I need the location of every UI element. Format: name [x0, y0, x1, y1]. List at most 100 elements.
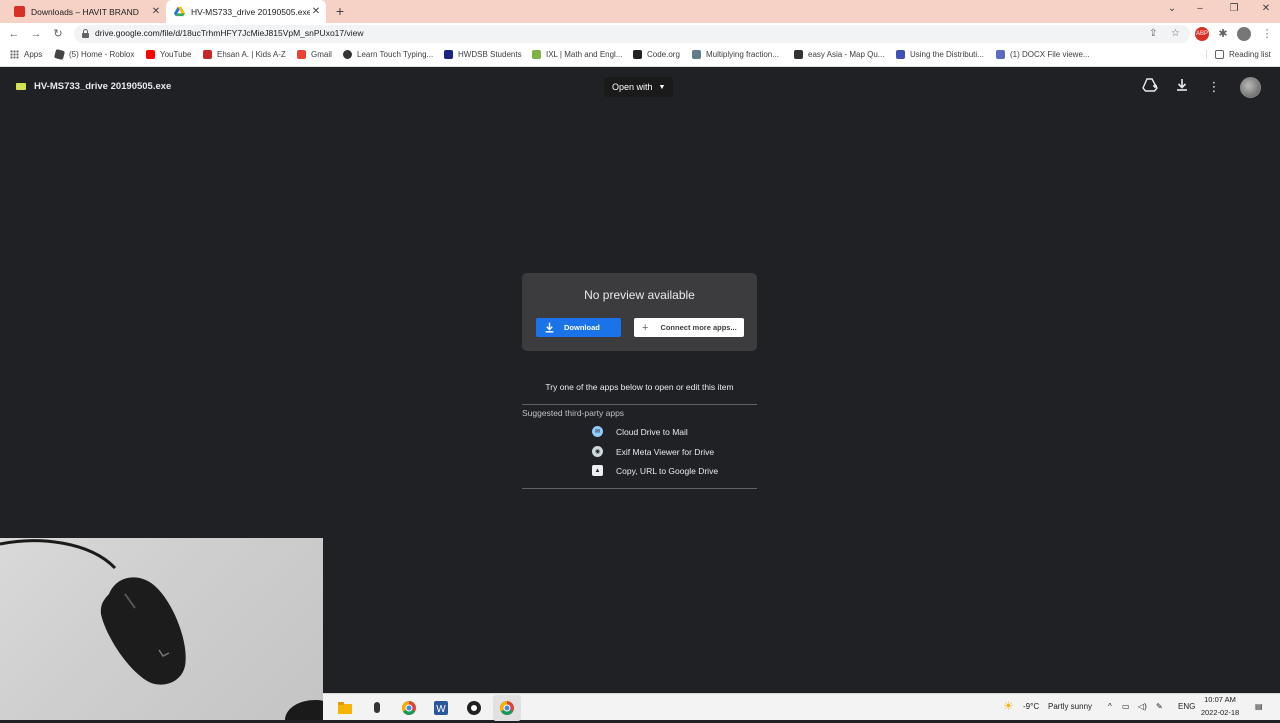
bookmark-map-quiz[interactable]: easy Asia - Map Qu... — [794, 50, 884, 59]
suggested-app-item[interactable]: ✉ Cloud Drive to Mail — [592, 426, 688, 437]
close-window-icon[interactable]: ✕ — [1256, 3, 1276, 14]
app-name: Cloud Drive to Mail — [616, 426, 688, 437]
back-icon[interactable]: ← — [7, 27, 21, 41]
weather-description[interactable]: Partly sunny — [1048, 702, 1092, 711]
tab-drive-file[interactable]: HV-MS733_drive 20190505.exe ✕ — [166, 0, 326, 23]
reload-icon[interactable]: ↻ — [51, 27, 65, 41]
obs-icon[interactable] — [464, 698, 484, 718]
network-icon[interactable]: ▭ — [1122, 702, 1130, 711]
map-quiz-icon — [794, 50, 803, 59]
address-bar[interactable]: drive.google.com/file/d/18ucTrhmHFY7JcMi… — [74, 25, 1190, 43]
extensions-puzzle-icon[interactable]: ✱ — [1216, 27, 1230, 41]
distributive-icon — [896, 50, 905, 59]
reading-list[interactable]: Reading list — [1206, 50, 1271, 59]
bookmark-label: YouTube — [160, 50, 192, 59]
minimize-icon[interactable]: – — [1190, 3, 1210, 14]
chrome-icon[interactable] — [399, 698, 419, 718]
close-icon[interactable]: ✕ — [310, 6, 322, 17]
bookmark-label: easy Asia - Map Qu... — [808, 50, 885, 59]
bookmark-label: Learn Touch Typing... — [357, 50, 434, 59]
notifications-icon[interactable]: ▤ — [1255, 702, 1263, 711]
chrome-icon[interactable] — [497, 698, 517, 718]
lock-icon[interactable] — [82, 29, 89, 38]
suggested-app-item[interactable]: ▲ Copy, URL to Google Drive — [592, 465, 718, 476]
drive-viewer-header: HV-MS733_drive 20190505.exe Open with ▼ … — [0, 68, 1280, 106]
restore-icon[interactable]: ❐ — [1224, 3, 1244, 14]
bookmark-distributive[interactable]: Using the Distributi... — [896, 50, 984, 59]
browser-toolbar: ← → ↻ drive.google.com/file/d/18ucTrhmHF… — [0, 23, 1280, 45]
caret-down-icon: ▼ — [658, 83, 666, 91]
code-org-icon — [633, 50, 642, 59]
bookmark-label: HWDSB Students — [458, 50, 522, 59]
bookmark-roblox[interactable]: (5) Home - Roblox — [53, 48, 135, 61]
bookmark-docx-viewer[interactable]: (1) DOCX File viewe... — [996, 50, 1090, 59]
no-preview-message: No preview available — [584, 288, 695, 302]
avatar[interactable] — [1240, 77, 1261, 98]
tab-downloads[interactable]: Downloads – HAVIT BRAND ✕ — [6, 0, 166, 23]
connect-more-apps-button[interactable]: + Connect more apps... — [634, 318, 744, 337]
url-text[interactable]: drive.google.com/file/d/18ucTrhmHFY7JcMi… — [95, 28, 364, 38]
fraction-icon — [692, 50, 701, 59]
open-with-button[interactable]: Open with ▼ — [604, 77, 674, 97]
add-to-drive-icon[interactable] — [1141, 78, 1159, 96]
tab-search-icon[interactable]: ⌄ — [1162, 3, 1182, 14]
bookmark-label: IXL | Math and Engl... — [546, 50, 623, 59]
bookmark-hwdsb[interactable]: HWDSB Students — [444, 50, 522, 59]
suggested-apps-heading: Suggested third-party apps — [522, 408, 625, 418]
cloud-mail-icon: ✉ — [592, 426, 603, 437]
bookmark-ixl[interactable]: IXL | Math and Engl... — [532, 50, 623, 59]
kids-az-icon — [203, 50, 212, 59]
bookmark-gmail[interactable]: Gmail — [297, 50, 332, 59]
clock-date[interactable]: 2022-02-18 — [1200, 708, 1240, 717]
exe-file-icon — [16, 83, 26, 90]
share-icon[interactable]: ⇪ — [1149, 28, 1157, 39]
bookmark-apps[interactable]: Apps — [10, 50, 42, 59]
tab-title: Downloads – HAVIT BRAND — [31, 6, 139, 17]
teams-icon — [996, 50, 1005, 59]
language-indicator[interactable]: ENG — [1178, 702, 1195, 711]
download-label: Download — [564, 323, 600, 332]
bookmark-label: Ehsan A. | Kids A-Z — [217, 50, 286, 59]
file-name: HV-MS733_drive 20190505.exe — [34, 81, 172, 92]
download-icon[interactable] — [1173, 78, 1191, 96]
pen-icon[interactable]: ✎ — [1156, 702, 1163, 711]
bookmark-star-icon[interactable]: ☆ — [1171, 28, 1180, 39]
bookmark-label: Code.org — [647, 50, 680, 59]
browser-menu-icon[interactable]: ⋮ — [1260, 27, 1274, 41]
volume-icon[interactable]: ◁) — [1138, 702, 1147, 711]
webcam-overlay — [0, 538, 323, 720]
adblock-extension-icon[interactable]: ABP — [1195, 27, 1209, 41]
weather-temp[interactable]: -9°C — [1023, 702, 1039, 711]
profile-avatar[interactable] — [1237, 27, 1251, 41]
close-icon[interactable]: ✕ — [150, 6, 162, 17]
clock-time[interactable]: 10:07 AM — [1200, 695, 1240, 704]
weather-icon[interactable]: ☀ — [1003, 699, 1014, 713]
try-apps-text: Try one of the apps below to open or edi… — [545, 382, 734, 392]
url-drive-icon: ▲ — [592, 465, 603, 476]
tab-title: HV-MS733_drive 20190505.exe — [191, 6, 310, 17]
new-tab-button[interactable]: + — [332, 3, 348, 19]
bookmark-label: Using the Distributi... — [910, 50, 984, 59]
word-icon[interactable]: W — [431, 698, 451, 718]
bookmark-code-org[interactable]: Code.org — [633, 50, 680, 59]
more-options-icon[interactable]: ⋮ — [1205, 78, 1223, 96]
show-hidden-icons-icon[interactable]: ^ — [1108, 702, 1112, 711]
bookmark-youtube[interactable]: YouTube — [146, 50, 191, 59]
no-preview-card: No preview available Download + Connect … — [522, 273, 757, 351]
forward-icon[interactable]: → — [29, 27, 43, 41]
bookmark-kids-az[interactable]: Ehsan A. | Kids A-Z — [203, 50, 286, 59]
gaming-mouse-image — [100, 577, 186, 685]
bookmark-label: (5) Home - Roblox — [69, 50, 135, 59]
bookmark-typing[interactable]: Learn Touch Typing... — [343, 50, 433, 59]
mouse-app-icon[interactable] — [367, 698, 387, 718]
tab-strip: Downloads – HAVIT BRAND ✕ HV-MS733_drive… — [0, 0, 1280, 23]
file-explorer-icon[interactable] — [335, 698, 355, 718]
reading-list-label: Reading list — [1229, 50, 1271, 59]
app-name: Exif Meta Viewer for Drive — [616, 446, 715, 457]
suggested-app-item[interactable]: ◉ Exif Meta Viewer for Drive — [592, 446, 714, 457]
bookmark-label: Gmail — [311, 50, 332, 59]
bookmark-fractions[interactable]: Multiplying fraction... — [692, 50, 779, 59]
open-with-label: Open with — [612, 82, 653, 92]
download-button[interactable]: Download — [536, 318, 621, 337]
hwdsb-icon — [444, 50, 453, 59]
